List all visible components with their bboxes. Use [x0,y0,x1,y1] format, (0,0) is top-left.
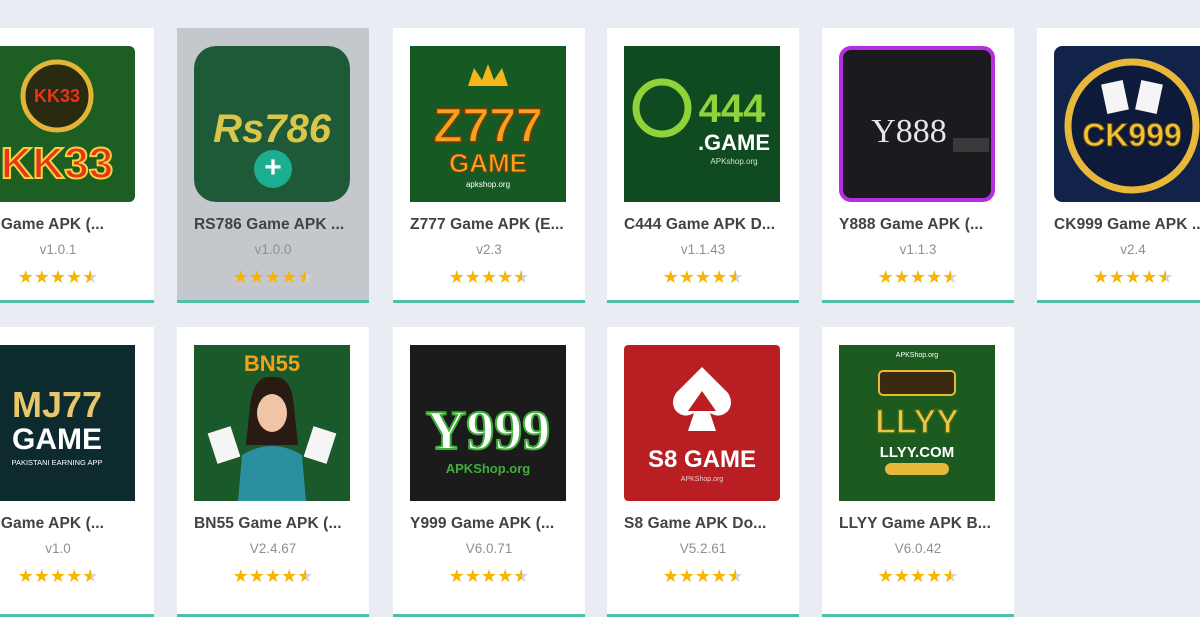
rating-stars: ★★★★★ [1037,268,1200,286]
app-card-bn55[interactable]: BN55 BN55 Game APK (... V2.4.67 ★★★★★ [177,327,369,617]
s8-logo-icon[interactable]: S8 GAME APKShop.org [624,345,780,501]
y888-logo-text: Y888 [871,113,947,150]
y999-logo-text: Y999 [426,400,550,462]
app-version: v1.0.0 [254,242,292,257]
app-title[interactable]: LLYY Game APK B... [839,515,1009,533]
c444-sub-text: .GAME [698,130,770,155]
app-title[interactable]: BN55 Game APK (... [194,515,364,533]
app-title[interactable]: Y888 Game APK (... [839,216,1009,234]
rating-stars: ★★★★★ [177,567,369,585]
app-card-y999[interactable]: Y999 APKShop.org Y999 Game APK (... V6.0… [393,327,585,617]
app-version: v1.0 [45,541,71,556]
llyy-caption: APKShop.org [896,352,939,359]
app-card-llyy[interactable]: APKShop.org LLYY LLYY.COM LLYY Game APK … [822,327,1014,617]
app-version: v1.1.3 [899,242,937,257]
app-card-ck999[interactable]: CK999 CK999 Game APK ... v2.4 ★★★★★ [1037,28,1200,303]
kk33-logo-icon[interactable]: KK33 KK33 [0,46,135,202]
z777-caption: apkshop.org [466,180,510,189]
app-version: V2.4.67 [249,541,297,556]
app-title[interactable]: S8 Game APK Do... [624,515,794,533]
app-title[interactable]: 33 Game APK (... [0,216,149,234]
app-version: v1.1.43 [680,242,726,257]
rs786-logo-text: Rs786 [213,107,332,151]
llyy-sub-text: LLYY.COM [880,444,954,461]
kk33-logo-text: KK33 [1,139,114,188]
kk33-badge-text: KK33 [34,86,80,106]
app-version: v2.4 [1120,242,1146,257]
app-version: v2.3 [476,242,502,257]
y999-caption: APKShop.org [446,461,531,476]
s8-logo-text: S8 GAME [648,446,756,473]
y888-logo-icon[interactable]: Y888 [839,46,995,202]
app-version: V6.0.71 [465,541,513,556]
rating-stars: ★★★★★ [393,268,585,286]
bn55-logo-text: BN55 [244,351,300,376]
mj77-caption: PAKISTANI EARNING APP [12,458,103,467]
mj77-sub-text: GAME [12,423,102,456]
ck999-logo-icon[interactable]: CK999 [1054,46,1200,202]
app-card-kk33[interactable]: KK33 KK33 33 Game APK (... v1.0.1 ★★★★★ [0,28,154,303]
rating-stars: ★★★★★ [393,567,585,585]
app-card-rs786[interactable]: Rs786 + RS786 Game APK ... v1.0.0 ★★★★★ [177,28,369,303]
rs786-logo-icon[interactable]: Rs786 + [194,46,350,202]
llyy-logo-icon[interactable]: APKShop.org LLYY LLYY.COM [839,345,995,501]
app-title[interactable]: RS786 Game APK ... [194,216,364,234]
ck999-logo-text: CK999 [1082,117,1182,153]
app-version: V5.2.61 [679,541,727,556]
app-version: v1.0.1 [39,242,77,257]
app-title[interactable]: Z777 Game APK (E... [410,216,580,234]
app-card-c444[interactable]: 444 .GAME APKshop.org C444 Game APK D...… [607,28,799,303]
app-card-y888[interactable]: Y888 Y888 Game APK (... v1.1.3 ★★★★★ [822,28,1014,303]
y999-logo-icon[interactable]: Y999 APKShop.org [410,345,566,501]
rating-stars: ★★★★★ [0,268,154,286]
plus-icon[interactable]: + [254,150,292,188]
c444-caption: APKshop.org [710,157,757,166]
mj77-logo-icon[interactable]: MJ77 GAME PAKISTANI EARNING APP [0,345,135,501]
rating-stars: ★★★★★ [177,268,369,286]
app-title[interactable]: Y999 Game APK (... [410,515,580,533]
z777-logo-icon[interactable]: Z777 GAME apkshop.org [410,46,566,202]
llyy-logo-text: LLYY [875,403,959,441]
z777-sub-text: GAME [449,148,527,178]
rating-stars: ★★★★★ [607,268,799,286]
rating-stars: ★★★★★ [822,567,1014,585]
rating-stars: ★★★★★ [822,268,1014,286]
rating-stars: ★★★★★ [0,567,154,585]
bn55-logo-icon[interactable]: BN55 [194,345,350,501]
app-card-s8[interactable]: S8 GAME APKShop.org S8 Game APK Do... V5… [607,327,799,617]
s8-caption: APKShop.org [681,476,724,483]
app-card-mj77[interactable]: MJ77 GAME PAKISTANI EARNING APP 77 Game … [0,327,154,617]
c444-logo-text: 444 [699,87,766,131]
app-title[interactable]: CK999 Game APK ... [1054,216,1200,234]
mj77-logo-text: MJ77 [12,384,102,425]
rating-stars: ★★★★★ [607,567,799,585]
c444-logo-icon[interactable]: 444 .GAME APKshop.org [624,46,780,202]
app-title[interactable]: 77 Game APK (... [0,515,149,533]
z777-logo-text: Z777 [433,100,542,153]
app-card-z777[interactable]: Z777 GAME apkshop.org Z777 Game APK (E..… [393,28,585,303]
app-title[interactable]: C444 Game APK D... [624,216,794,234]
app-version: V6.0.42 [894,541,942,556]
